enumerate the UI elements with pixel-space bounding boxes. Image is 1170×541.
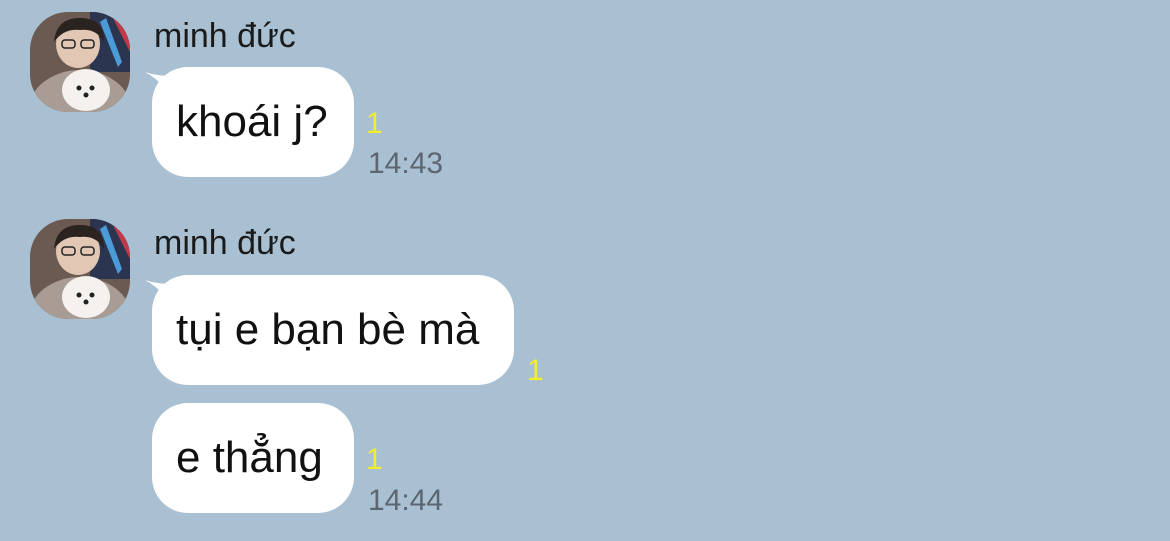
message-time: 14:44 <box>368 484 444 517</box>
avatar[interactable] <box>30 12 130 112</box>
read-count: 1 <box>366 443 383 476</box>
sender-name: minh đức <box>154 17 296 55</box>
user-avatar-with-dog-icon <box>30 12 130 112</box>
message-bubble[interactable]: e thẳng <box>152 403 354 513</box>
avatar[interactable] <box>30 219 130 319</box>
user-avatar-with-dog-icon <box>30 219 130 319</box>
read-count: 1 <box>366 107 383 140</box>
message-bubble[interactable]: khoái j? <box>152 67 354 177</box>
message-text: tụi e bạn bè mà <box>176 305 480 354</box>
read-count: 1 <box>527 354 544 387</box>
message-time: 14:43 <box>368 147 444 180</box>
message-bubble[interactable]: tụi e bạn bè mà <box>152 275 514 385</box>
message-text: e thẳng <box>176 433 323 482</box>
sender-name: minh đức <box>154 224 296 262</box>
message-text: khoái j? <box>176 97 328 146</box>
